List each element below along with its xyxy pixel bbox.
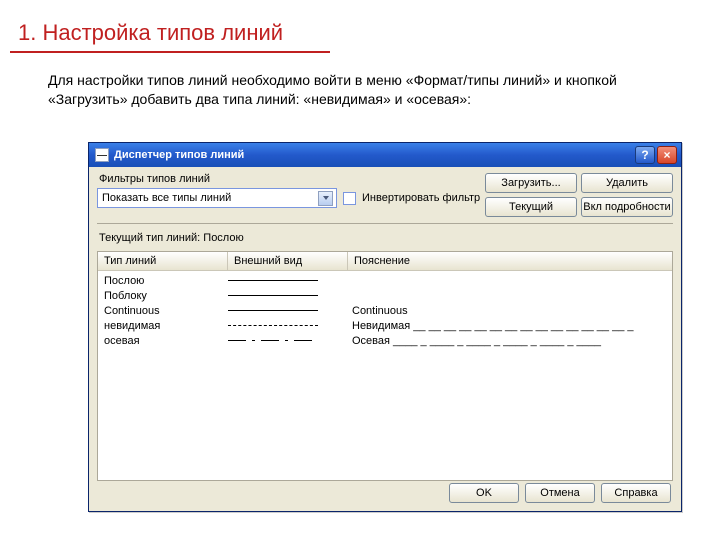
header-description[interactable]: Пояснение (348, 252, 672, 270)
linetype-manager-dialog: Диспетчер типов линий ? × Фильтры типов … (88, 142, 682, 512)
slide-description: Для настройки типов линий необходимо вой… (0, 53, 720, 117)
linetype-desc: Continuous (348, 305, 672, 317)
chevron-down-icon[interactable] (318, 191, 333, 206)
invert-filter-label: Инвертировать фильтр (362, 192, 480, 204)
toolbar: Фильтры типов линий Показать все типы ли… (89, 167, 681, 221)
linetype-name: Поблоку (98, 290, 228, 302)
header-name[interactable]: Тип линий (98, 252, 228, 270)
invert-filter-checkbox[interactable] (343, 192, 356, 205)
titlebar: Диспетчер типов линий ? × (89, 143, 681, 167)
app-icon (95, 148, 109, 162)
linetype-preview (228, 340, 348, 341)
linetype-preview (228, 325, 348, 326)
list-item[interactable]: Послою (98, 273, 672, 288)
filter-section-label: Фильтры типов линий (99, 173, 485, 185)
filter-combo-value: Показать все типы линий (102, 192, 318, 204)
linetype-preview (228, 295, 348, 296)
details-button[interactable]: Вкл подробности (581, 197, 673, 217)
dialog-buttons: OK Отмена Справка (449, 483, 671, 503)
linetype-list: Тип линий Внешний вид Пояснение Послою П… (97, 251, 673, 481)
divider (97, 223, 673, 224)
linetype-name: невидимая (98, 320, 228, 332)
close-icon[interactable]: × (657, 146, 677, 164)
cancel-button[interactable]: Отмена (525, 483, 595, 503)
linetype-name: осевая (98, 335, 228, 347)
delete-button[interactable]: Удалить (581, 173, 673, 193)
list-header: Тип линий Внешний вид Пояснение (98, 252, 672, 271)
ok-button[interactable]: OK (449, 483, 519, 503)
linetype-name: Послою (98, 275, 228, 287)
slide-title: 1. Настройка типов линий (0, 0, 720, 49)
current-linetype-label: Текущий тип линий: Послою (89, 226, 681, 247)
linetype-preview (228, 310, 348, 311)
window-title: Диспетчер типов линий (114, 149, 244, 161)
load-button[interactable]: Загрузить... (485, 173, 577, 193)
list-item[interactable]: Поблоку (98, 288, 672, 303)
list-item[interactable]: невидимая Невидимая __ __ __ __ __ __ __… (98, 318, 672, 333)
linetype-desc: Невидимая __ __ __ __ __ __ __ __ __ __ … (348, 320, 672, 332)
help-button[interactable]: Справка (601, 483, 671, 503)
linetype-preview (228, 280, 348, 281)
filter-combo[interactable]: Показать все типы линий (97, 188, 337, 208)
linetype-desc: Осевая ____ _ ____ _ ____ _ ____ _ ____ … (348, 335, 672, 347)
help-icon[interactable]: ? (635, 146, 655, 164)
linetype-name: Continuous (98, 305, 228, 317)
current-button[interactable]: Текущий (485, 197, 577, 217)
list-item[interactable]: осевая Осевая ____ _ ____ _ ____ _ ____ … (98, 333, 672, 348)
header-appearance[interactable]: Внешний вид (228, 252, 348, 270)
list-item[interactable]: Continuous Continuous (98, 303, 672, 318)
